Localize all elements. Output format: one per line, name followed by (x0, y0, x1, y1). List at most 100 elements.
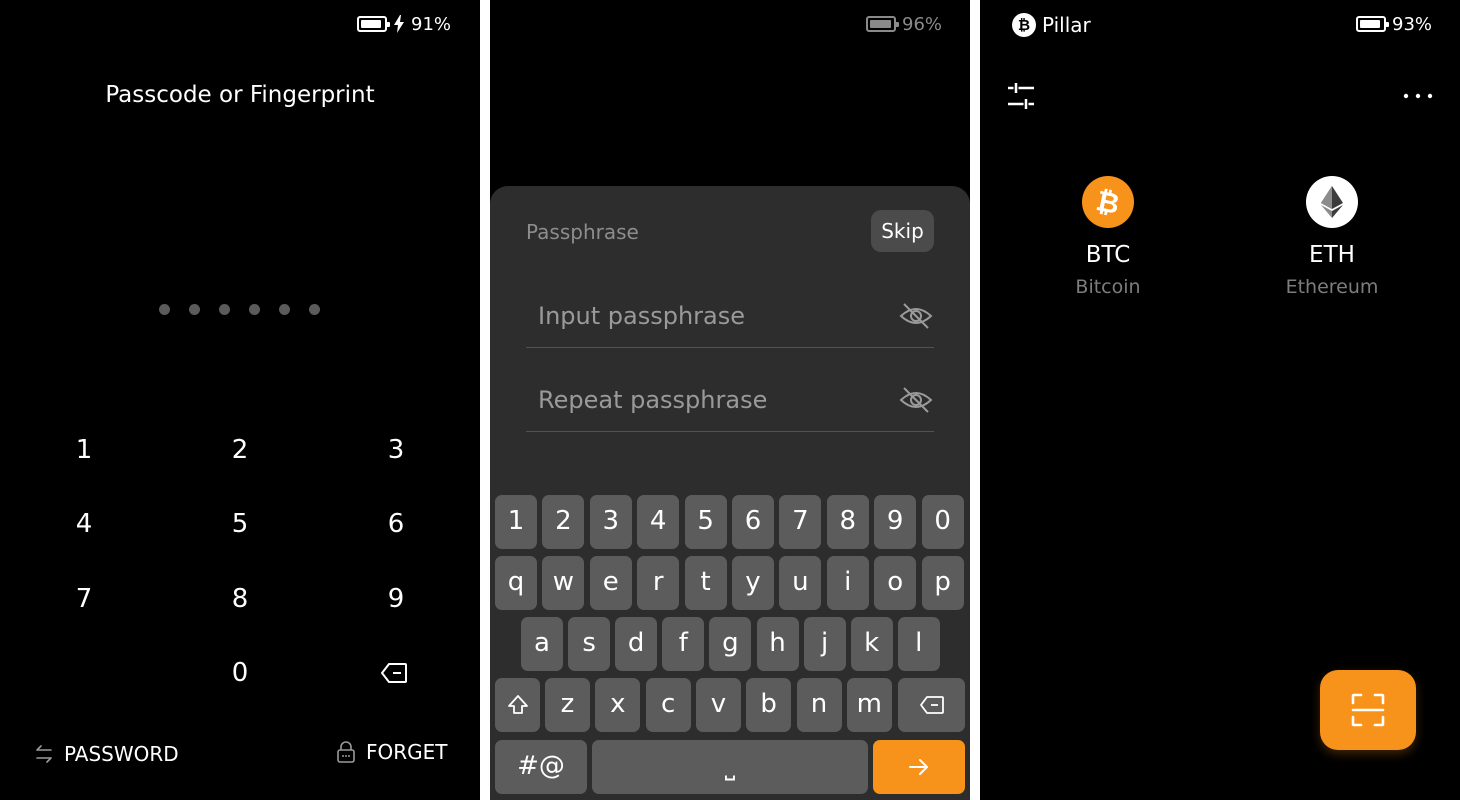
key-k[interactable]: k (850, 617, 893, 671)
keypad-key-9[interactable]: 9 (356, 574, 436, 624)
coin-name: Bitcoin (1075, 276, 1141, 298)
key-v[interactable]: v (695, 678, 741, 732)
battery-percent: 93% (1392, 13, 1433, 35)
passcode-dot (159, 304, 170, 315)
key-l[interactable]: l (897, 617, 940, 671)
key-f[interactable]: f (662, 617, 705, 671)
keypad-key-4[interactable]: 4 (44, 499, 124, 549)
key-n[interactable]: n (796, 678, 842, 732)
key-z[interactable]: z (545, 678, 590, 732)
more-icon[interactable] (1400, 84, 1436, 108)
key-b[interactable]: b (746, 678, 792, 732)
password-button[interactable]: PASSWORD (34, 742, 179, 766)
scan-button[interactable] (1320, 670, 1416, 750)
symbols-key[interactable]: #@ (495, 740, 587, 794)
shift-icon (507, 695, 528, 714)
passphrase-input[interactable] (526, 286, 886, 346)
key-d[interactable]: d (615, 617, 658, 671)
passcode-dot (279, 304, 290, 315)
keypad-key-1[interactable]: 1 (44, 425, 124, 475)
passphrase-screen: 96% Passphrase Skip #@ ⎵ 123456 7 8 9 0 … (490, 0, 970, 800)
repeat-passphrase-input[interactable] (526, 370, 886, 430)
skip-button[interactable]: Skip (871, 210, 934, 252)
key-3[interactable]: 3 (589, 495, 632, 549)
key-w[interactable]: w (542, 556, 585, 610)
coin-eth[interactable]: ETH Ethereum (1262, 176, 1402, 298)
space-key[interactable]: ⎵ (592, 740, 868, 794)
coin-name: Ethereum (1285, 276, 1379, 298)
key-6[interactable]: 6 (732, 495, 774, 549)
key-j[interactable]: j (803, 617, 846, 671)
keypad-key-5[interactable]: 5 (200, 499, 280, 549)
battery-icon (357, 16, 390, 32)
eye-hidden-icon[interactable] (898, 382, 934, 418)
key-4[interactable]: 4 (637, 495, 680, 549)
coin-symbol: BTC (1085, 242, 1131, 268)
backspace-icon (919, 696, 944, 714)
key-x[interactable]: x (595, 678, 641, 732)
passcode-dot (249, 304, 260, 315)
wallet-name: Pillar (1042, 13, 1091, 37)
key-e[interactable]: e (589, 556, 632, 610)
submit-key[interactable] (873, 740, 965, 794)
coin-symbol: ETH (1309, 242, 1355, 268)
key-i[interactable]: i (826, 556, 869, 610)
backspace-key[interactable] (898, 678, 965, 732)
key-h[interactable]: h (756, 617, 799, 671)
keypad-key-7[interactable]: 7 (44, 574, 124, 624)
passphrase-sheet: Passphrase Skip #@ ⎵ 1234567890 qwertyuio… (490, 186, 970, 800)
repeat-passphrase-field (526, 370, 934, 432)
passcode-dot (219, 304, 230, 315)
key-o[interactable]: o (874, 556, 917, 610)
charging-icon (394, 15, 404, 33)
battery-icon (1356, 16, 1389, 32)
key-g[interactable]: g (709, 617, 752, 671)
key-8[interactable]: 8 (826, 495, 869, 549)
key-y[interactable]: y (732, 556, 774, 610)
keypad-key-6[interactable]: 6 (356, 499, 436, 549)
ethereum-icon (1306, 176, 1358, 228)
passphrase-field (526, 286, 934, 348)
eye-hidden-icon[interactable] (898, 298, 934, 334)
sliders-icon[interactable] (1006, 80, 1038, 112)
wallet-home-screen: ₿ Pillar 93% ₿ BTC Bitcoin ETH Ethereum (980, 0, 1460, 800)
keypad-key-2[interactable]: 2 (200, 425, 280, 475)
forget-button[interactable]: FORGET (336, 740, 448, 764)
delete-button[interactable] (354, 648, 434, 698)
key-q[interactable]: q (495, 556, 537, 610)
key-9[interactable]: 9 (874, 495, 917, 549)
key-r[interactable]: r (637, 556, 680, 610)
keypad-key-8[interactable]: 8 (200, 574, 280, 624)
key-s[interactable]: s (568, 617, 611, 671)
passcode-dots (159, 304, 320, 315)
coin-btc[interactable]: ₿ BTC Bitcoin (1038, 176, 1178, 298)
status-bar: 96% (866, 12, 942, 36)
passcode-screen: 91% Passcode or Fingerprint 1 2 3 4 5 6 … (0, 0, 480, 800)
key-c[interactable]: c (645, 678, 691, 732)
keypad-key-0[interactable]: 0 (200, 648, 280, 698)
key-t[interactable]: t (684, 556, 727, 610)
shift-key[interactable] (495, 678, 540, 732)
key-a[interactable]: a (521, 617, 563, 671)
status-bar: 91% (357, 12, 451, 36)
key-5[interactable]: 5 (684, 495, 727, 549)
key-2[interactable]: 2 (542, 495, 585, 549)
backspace-icon (381, 663, 407, 683)
key-1[interactable]: 1 (495, 495, 537, 549)
forget-label: FORGET (366, 740, 448, 764)
svg-text:₿: ₿ (1093, 185, 1122, 219)
switch-icon (36, 745, 52, 763)
key-p[interactable]: p (921, 556, 964, 610)
key-m[interactable]: m (846, 678, 892, 732)
bitcoin-logo-icon: ₿ (1012, 13, 1036, 37)
keypad-key-3[interactable]: 3 (356, 425, 436, 475)
key-u[interactable]: u (779, 556, 822, 610)
key-0[interactable]: 0 (921, 495, 964, 549)
bitcoin-icon: ₿ (1082, 176, 1134, 228)
scan-icon (1351, 693, 1385, 727)
password-label: PASSWORD (64, 742, 179, 766)
arrow-right-icon (909, 759, 928, 775)
key-7[interactable]: 7 (779, 495, 822, 549)
sheet-title: Passphrase (526, 220, 639, 244)
lock-icon (337, 741, 355, 763)
